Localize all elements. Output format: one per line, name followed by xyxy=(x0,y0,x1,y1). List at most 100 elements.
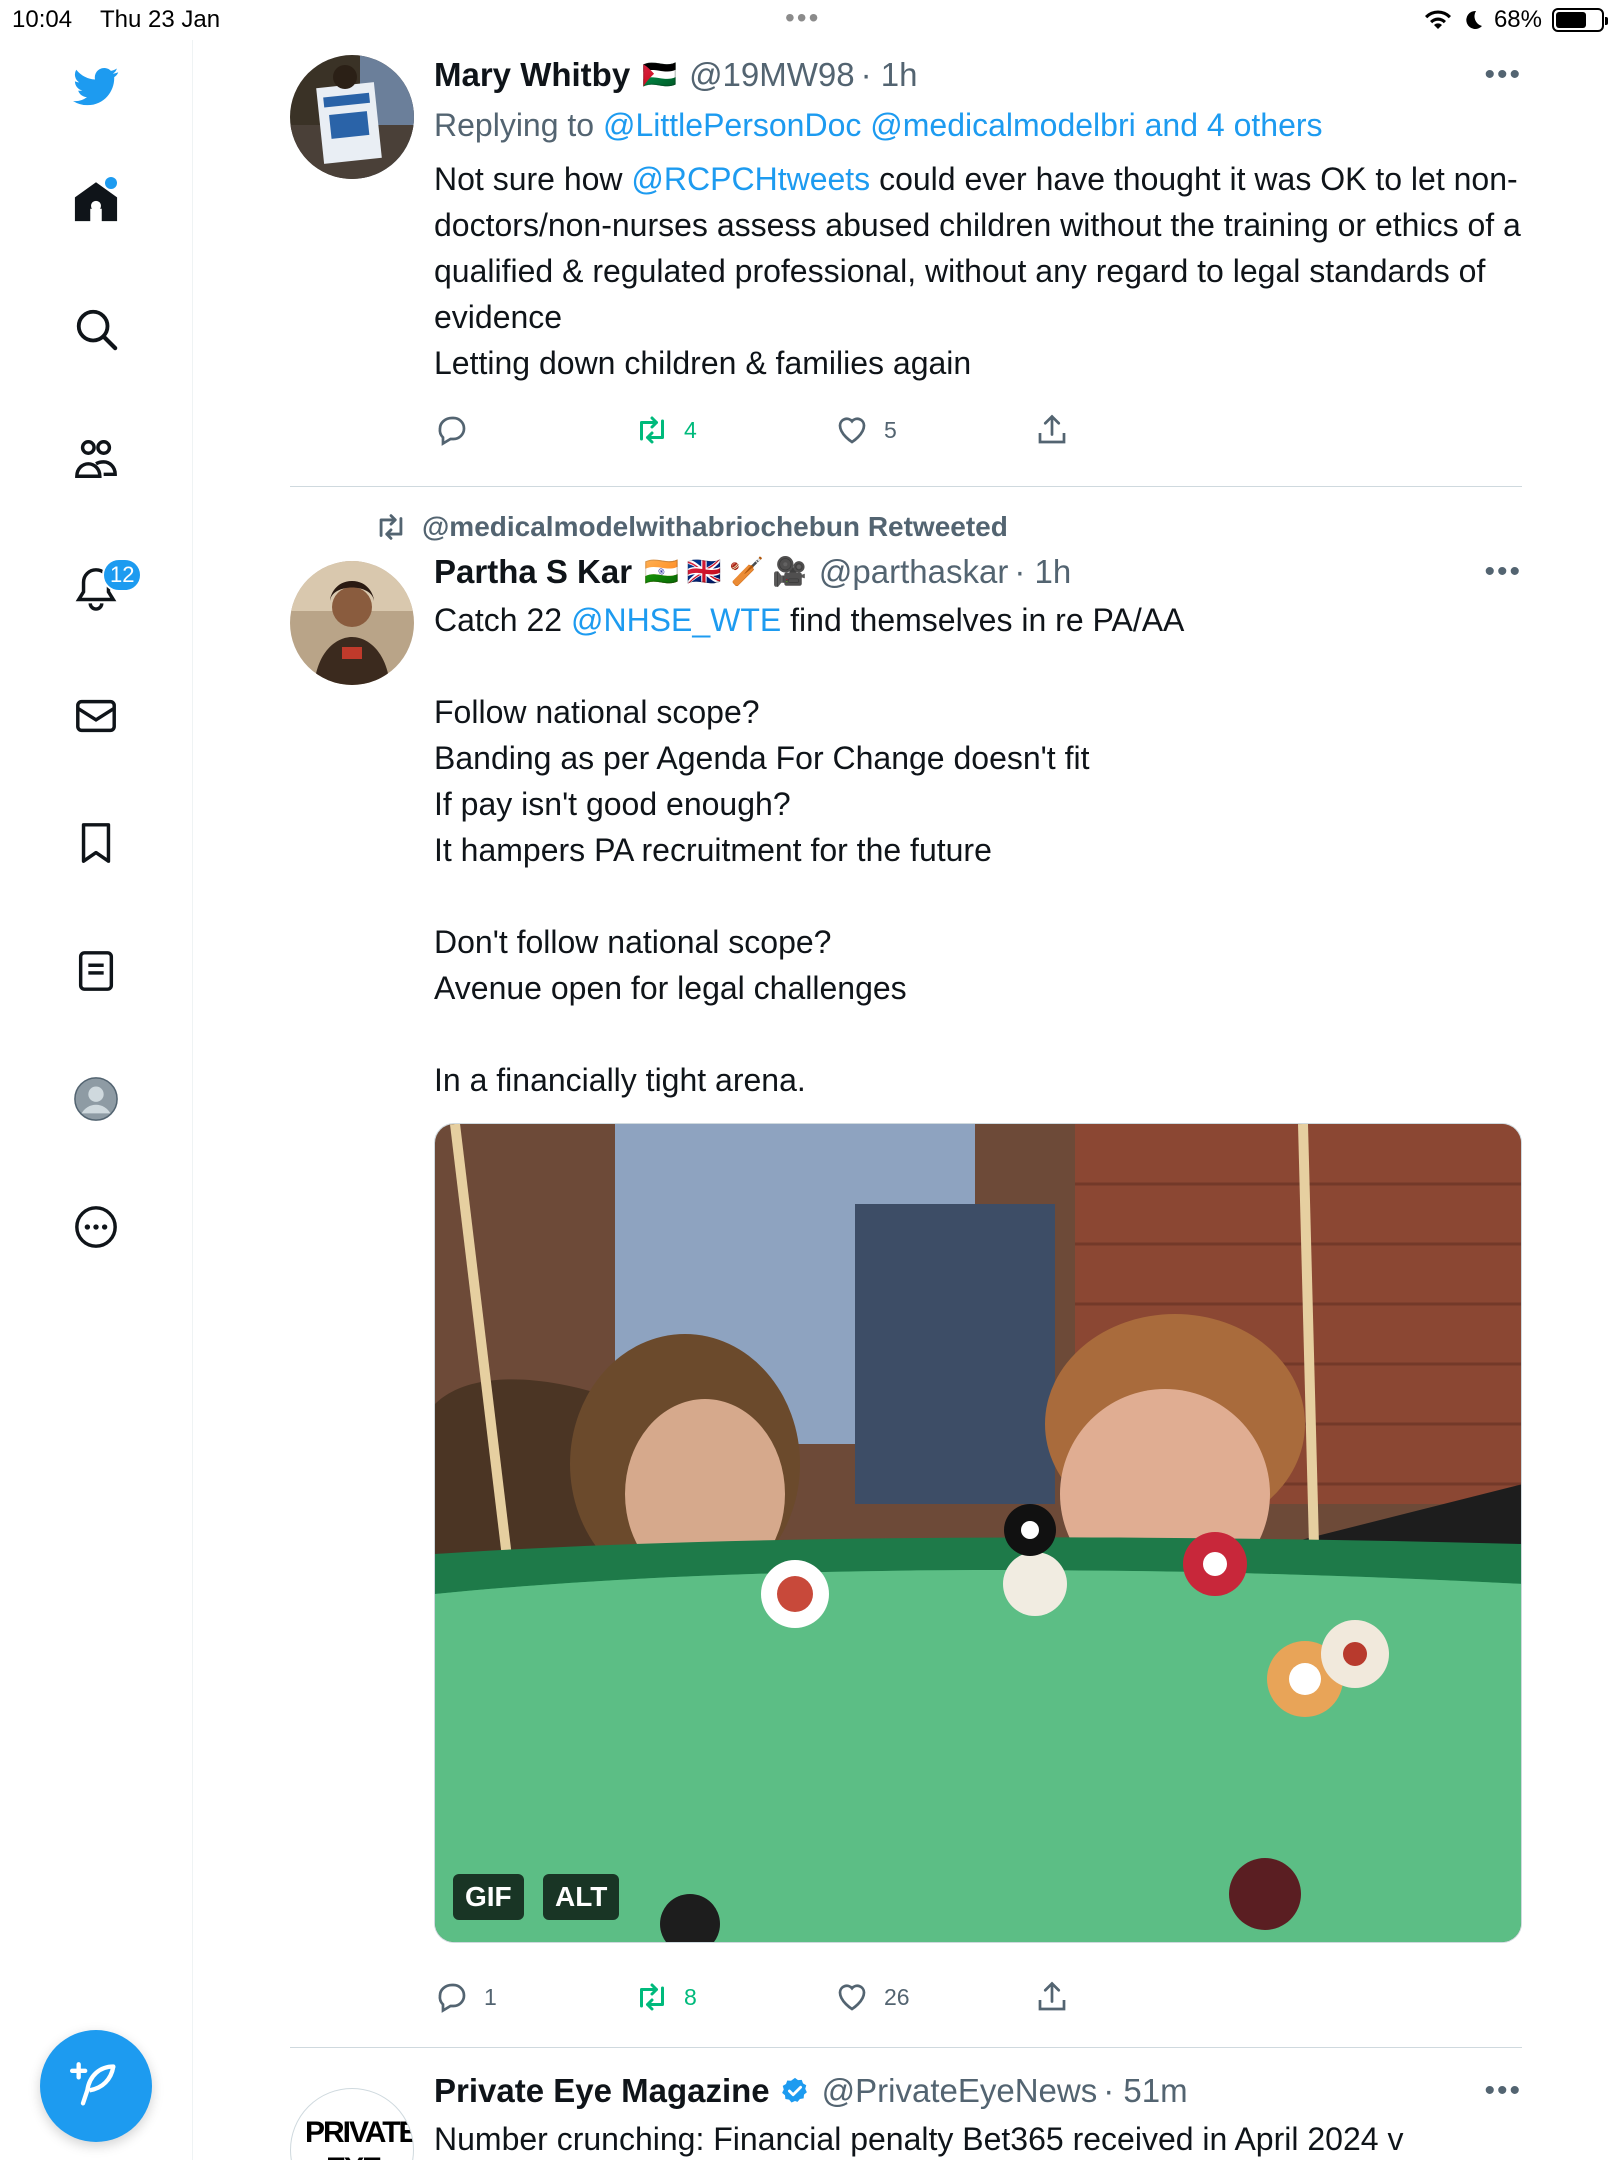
avatar-mary-whitby[interactable] xyxy=(290,55,414,179)
bookmark-icon xyxy=(81,823,111,863)
retweet-count: 4 xyxy=(684,416,697,443)
portrait-avatar-image xyxy=(290,561,414,685)
compose-feather-icon xyxy=(70,2062,116,2106)
tweet-mary-whitby[interactable]: Mary Whitby 🇵🇸 @19MW98 · 1h ••• Replying… xyxy=(290,40,1522,460)
like-button[interactable]: 5 xyxy=(834,412,1034,448)
more-circle-icon xyxy=(75,1206,117,1248)
tweet-partha-kar[interactable]: @medicalmodelwithabriochebun Retweeted P… xyxy=(290,487,1522,2027)
communities-icon xyxy=(75,440,117,478)
share-button[interactable] xyxy=(1034,1979,1234,2015)
author-name[interactable]: Mary Whitby xyxy=(434,50,630,100)
nav-messages[interactable] xyxy=(60,680,132,752)
retweet-button[interactable]: 8 xyxy=(634,1979,834,2015)
retweet-icon xyxy=(640,1983,664,2011)
alt-text-badge[interactable]: ALT xyxy=(543,1874,620,1920)
retweet-indicator-icon xyxy=(379,514,403,540)
avatar-private-eye[interactable]: PRIVATE EYE xyxy=(290,2088,414,2160)
share-button[interactable] xyxy=(1034,412,1234,448)
tweet-more-icon[interactable]: ••• xyxy=(1484,2066,1522,2116)
tweet-text: Not sure how @RCPCHtweets could ever hav… xyxy=(434,156,1522,386)
author-handle[interactable]: @19MW98 xyxy=(689,50,855,100)
timeline-feed[interactable]: Mary Whitby 🇵🇸 @19MW98 · 1h ••• Replying… xyxy=(290,40,1522,2160)
replying-to-line: Replying to @LittlePersonDoc @medicalmod… xyxy=(434,100,1522,150)
retweet-count: 8 xyxy=(684,1983,697,2010)
nav-profile[interactable] xyxy=(60,1063,132,1135)
reply-icon xyxy=(438,1983,466,2013)
pool-table-gif-image xyxy=(435,1124,1521,1942)
tweet-text-post: find themselves in re PA/AA Follow natio… xyxy=(434,602,1185,1098)
battery-percent: 68% xyxy=(1493,6,1542,33)
flag-emojis: 🇮🇳 🇬🇧 🏏 🎥 xyxy=(644,556,807,587)
avatar-partha-kar[interactable] xyxy=(290,561,414,685)
nav-notifications[interactable]: 12 xyxy=(60,552,143,624)
reply-icon xyxy=(438,416,466,446)
tweet-actions: 1 8 26 xyxy=(434,1967,1522,2027)
messages-envelope-icon xyxy=(76,699,116,733)
status-time: 10:04 xyxy=(12,6,73,33)
tweet-actions: 4 5 xyxy=(434,400,1522,460)
tweet-media-gif[interactable]: GIF ALT xyxy=(434,1123,1522,1943)
battery-icon xyxy=(1552,8,1608,32)
search-icon xyxy=(76,309,118,351)
nav-bookmarks[interactable] xyxy=(60,807,132,879)
heart-icon xyxy=(838,417,866,444)
nav-home[interactable] xyxy=(60,166,132,238)
notifications-badge: 12 xyxy=(102,558,143,592)
tweet-time: · 51m xyxy=(1103,2072,1188,2109)
status-right: 68% xyxy=(1424,6,1608,34)
status-bar: 10:04 Thu 23 Jan ••• 68% xyxy=(0,0,1620,40)
nav-more[interactable] xyxy=(60,1191,132,1263)
tweet-text: Catch 22 @NHSE_WTE find themselves in re… xyxy=(434,597,1522,1103)
like-button[interactable]: 26 xyxy=(834,1979,1034,2015)
gif-badge: GIF xyxy=(453,1874,524,1920)
moon-icon xyxy=(1466,10,1482,29)
mention-link[interactable]: @NHSE_WTE xyxy=(571,602,781,638)
verified-badge-icon xyxy=(781,2077,807,2103)
sidebar: 12 xyxy=(0,40,193,2160)
author-handle[interactable]: @PrivateEyeNews xyxy=(822,2066,1098,2116)
retweeted-by-text[interactable]: @medicalmodelwithabriochebun Retweeted xyxy=(422,511,1008,543)
tweet-header: Mary Whitby 🇵🇸 @19MW98 · 1h ••• xyxy=(434,50,1522,100)
nav-lists[interactable] xyxy=(60,935,132,1007)
private-eye-logo: PRIVATE EYE xyxy=(305,2116,414,2160)
profile-avatar-icon xyxy=(74,1077,118,1121)
reply-button[interactable]: 1 xyxy=(434,1979,634,2015)
tweet-header: Partha S Kar 🇮🇳 🇬🇧 🏏 🎥 @parthaskar · 1h … xyxy=(434,547,1522,597)
nav-communities[interactable] xyxy=(60,423,132,495)
author-name[interactable]: Private Eye Magazine xyxy=(434,2066,770,2116)
status-date: Thu 23 Jan xyxy=(100,6,221,33)
like-count: 5 xyxy=(884,416,897,443)
palestine-flag-emoji: 🇵🇸 xyxy=(642,59,678,90)
tweet-time: · 1h xyxy=(860,56,918,93)
mention-link[interactable]: @RCPCHtweets xyxy=(631,161,870,197)
share-icon xyxy=(1038,1981,1066,2011)
author-handle[interactable]: @parthaskar xyxy=(819,547,1008,597)
heart-icon xyxy=(838,1984,866,2011)
tweet-text: Number crunching: Financial penalty Bet3… xyxy=(434,2121,1404,2157)
wifi-icon xyxy=(1424,10,1451,29)
retweeted-by-label: @medicalmodelwithabriochebun Retweeted xyxy=(374,507,1522,547)
tweet-header: Private Eye Magazine @PrivateEyeNews · 5… xyxy=(434,2066,1522,2116)
author-name[interactable]: Partha S Kar xyxy=(434,547,632,597)
bird-icon xyxy=(73,67,119,106)
nav-search[interactable] xyxy=(60,293,132,365)
multitasking-dots-icon[interactable]: ••• xyxy=(785,2,820,34)
home-unread-dot xyxy=(105,177,117,189)
replying-to-prefix: Replying to xyxy=(434,107,603,143)
reply-count: 1 xyxy=(484,1983,497,2010)
twitter-logo-icon[interactable] xyxy=(60,50,132,122)
tweet-text-pre: Not sure how xyxy=(434,161,632,197)
tweet-more-icon[interactable]: ••• xyxy=(1484,547,1522,597)
share-icon xyxy=(1038,414,1066,444)
protest-sign-avatar-image xyxy=(290,55,414,179)
compose-tweet-button[interactable] xyxy=(40,2030,152,2142)
tweet-more-icon[interactable]: ••• xyxy=(1484,50,1522,100)
lists-icon xyxy=(78,951,114,991)
tweet-private-eye[interactable]: PRIVATE EYE Private Eye Magazine @Privat… xyxy=(290,2048,1522,2160)
replying-to-mentions[interactable]: @LittlePersonDoc @medicalmodelbri and 4 … xyxy=(603,107,1323,143)
tweet-time: · 1h xyxy=(1014,553,1072,590)
retweet-button[interactable]: 4 xyxy=(634,412,834,448)
tweet-text-pre: Catch 22 xyxy=(434,602,571,638)
reply-button[interactable] xyxy=(434,412,634,448)
retweet-icon xyxy=(640,416,664,444)
